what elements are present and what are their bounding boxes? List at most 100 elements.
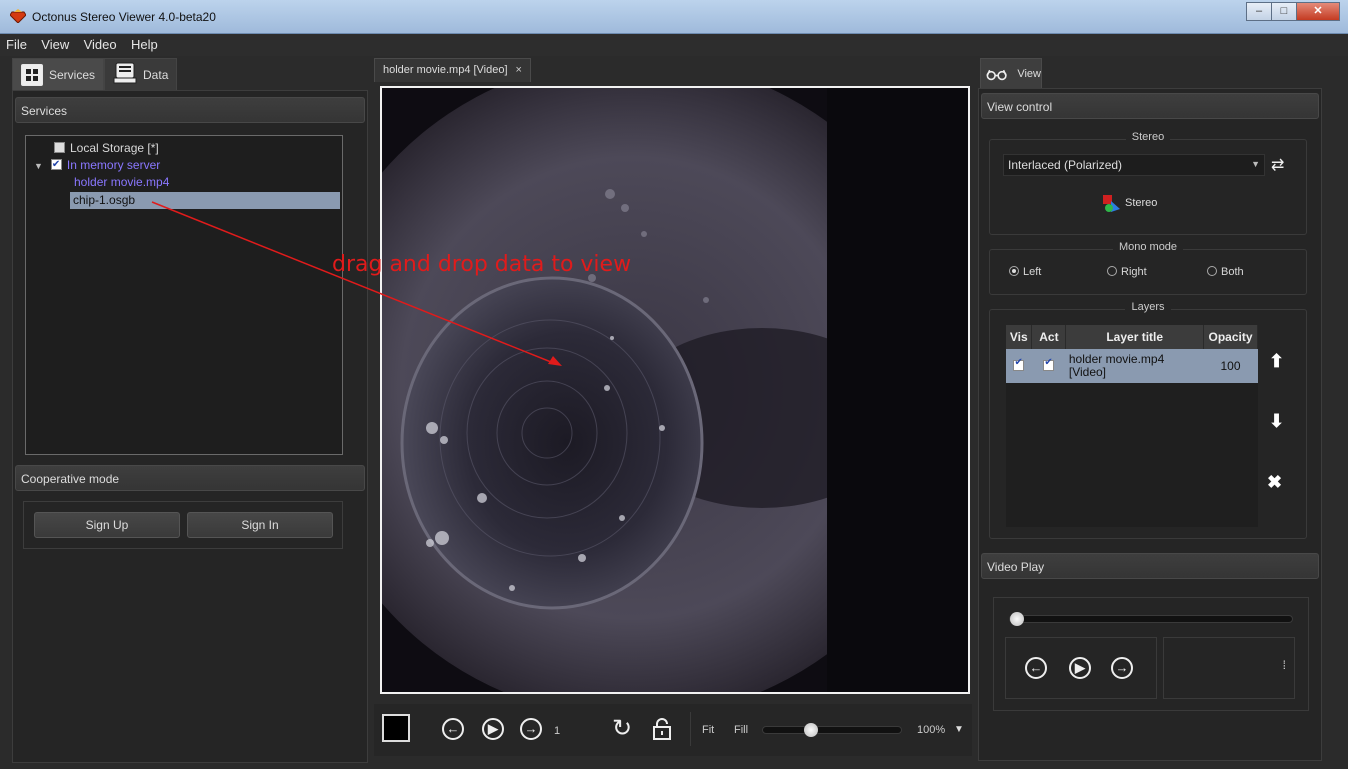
video-viewport[interactable] bbox=[380, 86, 970, 694]
tab-services-label: Services bbox=[49, 67, 96, 82]
mono-both-label: Both bbox=[1221, 266, 1244, 278]
next-frame-icon[interactable]: → bbox=[520, 718, 542, 740]
move-layer-up-icon[interactable]: ⬆ bbox=[1269, 351, 1284, 372]
stereo-button-label: Stereo bbox=[1125, 197, 1158, 209]
maximize-button[interactable]: □ bbox=[1271, 2, 1297, 21]
cooperative-mode-header: Cooperative mode bbox=[15, 465, 365, 491]
layer-visible-checkbox[interactable] bbox=[1013, 357, 1025, 371]
close-button[interactable]: ✕ bbox=[1296, 2, 1340, 21]
radio-icon bbox=[1207, 266, 1217, 276]
annotation-text: drag and drop data to view bbox=[332, 252, 632, 277]
tab-view[interactable]: View bbox=[980, 58, 1042, 88]
tree-item-local-storage[interactable]: Local Storage [*] bbox=[54, 140, 159, 157]
tree-item-label: Local Storage [*] bbox=[70, 141, 159, 155]
window-title: Octonus Stereo Viewer 4.0-beta20 bbox=[32, 10, 216, 24]
fit-button[interactable]: Fit bbox=[702, 724, 714, 736]
tab-data-label: Data bbox=[143, 67, 169, 82]
viewer-toolbar: ← ▶ → 1 ↻ Fit Fill 100% ▼ bbox=[374, 704, 972, 756]
document-tab[interactable]: holder movie.mp4 [Video] × bbox=[374, 58, 531, 82]
menu-help[interactable]: Help bbox=[125, 34, 163, 52]
frame-number: 1 bbox=[554, 725, 561, 737]
video-info-box: ⁞ bbox=[1163, 637, 1295, 699]
swap-eyes-icon[interactable]: ⇄ bbox=[1271, 155, 1284, 175]
move-layer-down-icon[interactable]: ⬇ bbox=[1269, 411, 1284, 432]
window-controls: – □ ✕ bbox=[1246, 2, 1340, 21]
layer-title-line2: [Video] bbox=[1068, 365, 1107, 379]
menu-bar: File View Video Help bbox=[0, 34, 1348, 56]
zoom-level[interactable]: 100% bbox=[917, 724, 945, 736]
video-next-icon[interactable]: → bbox=[1111, 657, 1133, 679]
services-panel: Services Local Storage [*] ▼ In memory se… bbox=[12, 90, 368, 763]
mono-both-radio[interactable]: Both bbox=[1207, 266, 1244, 278]
tree-item-holder-movie[interactable]: holder movie.mp4 bbox=[74, 174, 169, 191]
tree-item-in-memory-server[interactable]: ▼ In memory server bbox=[34, 156, 161, 174]
stereo-group-title: Stereo bbox=[1125, 131, 1171, 143]
local-storage-checkbox[interactable] bbox=[54, 142, 65, 153]
tab-services[interactable]: Services bbox=[12, 58, 105, 90]
lock-icon[interactable] bbox=[652, 717, 672, 741]
fill-button[interactable]: Fill bbox=[734, 724, 748, 736]
layers-group-title: Layers bbox=[1125, 301, 1171, 313]
mono-left-radio[interactable]: Left bbox=[1009, 266, 1041, 278]
background-color-swatch[interactable] bbox=[382, 714, 410, 742]
services-grid-icon bbox=[21, 63, 43, 86]
chevron-down-icon: ▼ bbox=[1251, 159, 1260, 169]
mono-mode-title: Mono mode bbox=[1112, 241, 1184, 253]
video-play-header: Video Play bbox=[981, 553, 1319, 579]
zoom-slider-handle[interactable] bbox=[803, 723, 818, 737]
menu-view[interactable]: View bbox=[35, 34, 74, 52]
stereo-mode-select[interactable]: Interlaced (Polarized) ▼ bbox=[1003, 154, 1265, 176]
stereo-glasses-icon bbox=[986, 69, 1007, 80]
radio-icon bbox=[1107, 266, 1117, 276]
mono-right-radio[interactable]: Right bbox=[1107, 266, 1147, 278]
layer-active-checkbox[interactable] bbox=[1043, 357, 1055, 371]
previous-frame-icon[interactable]: ← bbox=[442, 718, 464, 740]
layer-opacity[interactable]: 100 bbox=[1203, 349, 1258, 383]
window-titlebar: Octonus Stereo Viewer 4.0-beta20 – □ ✕ bbox=[0, 0, 1348, 34]
remove-layer-icon[interactable]: ✖ bbox=[1267, 472, 1282, 493]
left-tab-bar: Services Data bbox=[12, 58, 178, 90]
data-document-icon bbox=[113, 62, 137, 87]
close-tab-icon[interactable]: × bbox=[516, 64, 522, 76]
tree-item-label: In memory server bbox=[66, 158, 161, 172]
services-header: Services bbox=[15, 97, 365, 123]
layers-table: Vis Act Layer title Opacity holder movie… bbox=[1006, 325, 1258, 383]
expand-arrow-icon[interactable]: ▼ bbox=[34, 161, 43, 171]
column-opacity[interactable]: Opacity bbox=[1203, 325, 1258, 349]
video-info-marker: ⁞ bbox=[1282, 658, 1286, 672]
tab-data[interactable]: Data bbox=[104, 58, 178, 90]
view-control-header: View control bbox=[981, 93, 1319, 119]
document-tab-label: holder movie.mp4 [Video] bbox=[383, 64, 508, 76]
table-row[interactable]: holder movie.mp4 [Video] 100 bbox=[1006, 349, 1258, 383]
app-diamond-icon bbox=[10, 9, 26, 23]
video-progress-handle[interactable] bbox=[1010, 612, 1024, 626]
tab-view-label: View bbox=[1017, 67, 1041, 80]
play-icon[interactable]: ▶ bbox=[482, 718, 504, 740]
stereo-mode-value: Interlaced (Polarized) bbox=[1008, 158, 1123, 172]
sign-up-button[interactable]: Sign Up bbox=[34, 512, 180, 538]
zoom-slider[interactable] bbox=[762, 723, 902, 737]
layers-empty-area bbox=[1006, 383, 1258, 527]
video-frame-image bbox=[382, 88, 968, 692]
video-play-icon[interactable]: ▶ bbox=[1069, 657, 1091, 679]
zoom-dropdown-icon[interactable]: ▼ bbox=[954, 724, 964, 735]
minimize-button[interactable]: – bbox=[1246, 2, 1272, 21]
tree-item-chip-osgb[interactable]: chip-1.osgb bbox=[70, 192, 340, 209]
mono-left-label: Left bbox=[1023, 266, 1042, 278]
stereo-button[interactable]: Stereo bbox=[1101, 193, 1157, 213]
radio-selected-icon bbox=[1009, 266, 1019, 276]
in-memory-server-checkbox[interactable] bbox=[50, 156, 62, 173]
column-act[interactable]: Act bbox=[1031, 325, 1067, 349]
video-progress-slider[interactable] bbox=[1009, 612, 1293, 626]
column-layer-title[interactable]: Layer title bbox=[1065, 325, 1205, 349]
menu-file[interactable]: File bbox=[0, 34, 32, 52]
reset-rotate-icon[interactable]: ↻ bbox=[612, 714, 632, 743]
video-previous-icon[interactable]: ← bbox=[1025, 657, 1047, 679]
stereo-cube-icon bbox=[1103, 195, 1120, 212]
menu-video[interactable]: Video bbox=[78, 34, 122, 52]
sign-in-button[interactable]: Sign In bbox=[187, 512, 333, 538]
toolbar-divider bbox=[690, 712, 691, 746]
mono-right-label: Right bbox=[1121, 266, 1147, 278]
column-vis[interactable]: Vis bbox=[1006, 325, 1033, 349]
cooperative-mode-box: Sign Up Sign In bbox=[23, 501, 343, 549]
